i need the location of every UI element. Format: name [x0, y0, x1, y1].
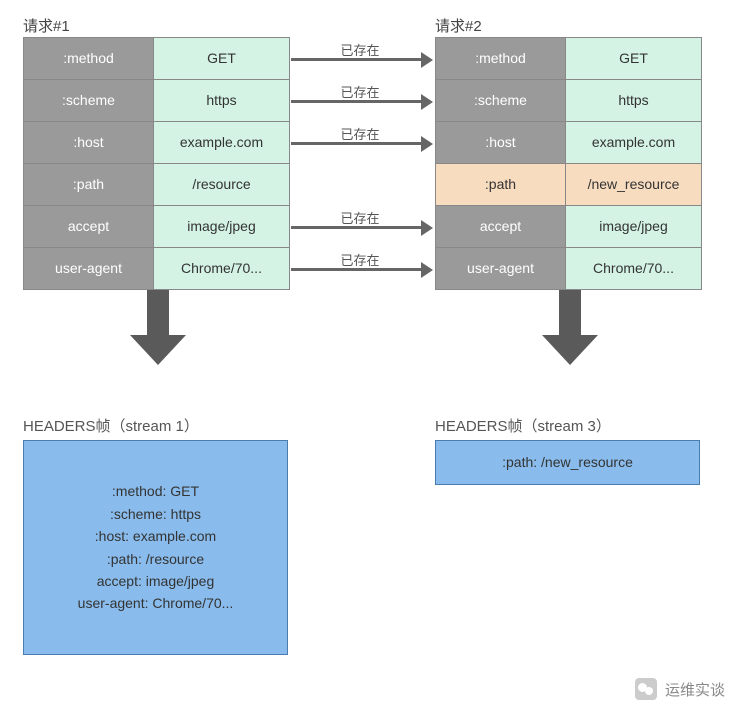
request1-title: 请求#1 — [23, 15, 70, 36]
header-key: :host — [436, 122, 566, 163]
header-key: user-agent — [436, 248, 566, 289]
header-key: :method — [24, 38, 154, 79]
arrow-right-icon — [291, 268, 421, 271]
table-row: :method GET — [24, 38, 289, 80]
table-row: :path /new_resource — [436, 164, 701, 206]
header-key: :path — [24, 164, 154, 205]
header-value: Chrome/70... — [154, 248, 289, 289]
exists-label: 已存在 — [310, 208, 410, 227]
arrow-right-icon — [421, 52, 433, 68]
header-value: https — [154, 80, 289, 121]
exists-label: 已存在 — [310, 124, 410, 143]
table-row: :host example.com — [24, 122, 289, 164]
header-key: user-agent — [24, 248, 154, 289]
table-row: user-agent Chrome/70... — [436, 248, 701, 289]
header-value: https — [566, 80, 701, 121]
frame2-line: :path: /new_resource — [502, 451, 633, 473]
frame1-box: :method: GET :scheme: https :host: examp… — [23, 440, 288, 655]
request1-table: :method GET :scheme https :host example.… — [23, 37, 290, 290]
header-key: accept — [24, 206, 154, 247]
frame2-title: HEADERS帧（stream 3） — [435, 415, 611, 436]
request2-title: 请求#2 — [435, 15, 482, 36]
table-row: :path /resource — [24, 164, 289, 206]
exists-label: 已存在 — [310, 250, 410, 269]
arrow-right-icon — [291, 226, 421, 229]
watermark-text: 运维实谈 — [665, 679, 725, 700]
arrow-right-icon — [421, 220, 433, 236]
header-value: GET — [154, 38, 289, 79]
header-key: :path — [436, 164, 566, 205]
watermark: 运维实谈 — [635, 678, 725, 700]
header-key: :method — [436, 38, 566, 79]
header-value: example.com — [154, 122, 289, 163]
arrow-right-icon — [421, 94, 433, 110]
header-key: accept — [436, 206, 566, 247]
table-row: user-agent Chrome/70... — [24, 248, 289, 289]
frame1-title: HEADERS帧（stream 1） — [23, 415, 199, 436]
arrow-right-icon — [291, 142, 421, 145]
header-value: example.com — [566, 122, 701, 163]
exists-label: 已存在 — [310, 40, 410, 59]
arrow-down-icon — [130, 290, 186, 365]
table-row: accept image/jpeg — [24, 206, 289, 248]
arrow-down-icon — [542, 290, 598, 365]
header-key: :host — [24, 122, 154, 163]
frame2-box: :path: /new_resource — [435, 440, 700, 485]
frame1-line: :path: /resource — [107, 548, 204, 570]
header-value: image/jpeg — [566, 206, 701, 247]
header-value: image/jpeg — [154, 206, 289, 247]
table-row: :host example.com — [436, 122, 701, 164]
frame1-line: :scheme: https — [110, 503, 201, 525]
arrow-right-icon — [291, 100, 421, 103]
table-row: :method GET — [436, 38, 701, 80]
frame1-line: user-agent: Chrome/70... — [78, 592, 234, 614]
header-key: :scheme — [436, 80, 566, 121]
frame1-line: :host: example.com — [95, 525, 216, 547]
table-row: :scheme https — [24, 80, 289, 122]
header-value: GET — [566, 38, 701, 79]
header-value: /new_resource — [566, 164, 701, 205]
frame1-line: :method: GET — [112, 480, 199, 502]
header-value: /resource — [154, 164, 289, 205]
table-row: accept image/jpeg — [436, 206, 701, 248]
exists-label: 已存在 — [310, 82, 410, 101]
header-value: Chrome/70... — [566, 248, 701, 289]
arrow-right-icon — [421, 262, 433, 278]
arrow-right-icon — [291, 58, 421, 61]
request2-table: :method GET :scheme https :host example.… — [435, 37, 702, 290]
frame1-line: accept: image/jpeg — [97, 570, 215, 592]
wechat-icon — [635, 678, 657, 700]
table-row: :scheme https — [436, 80, 701, 122]
header-key: :scheme — [24, 80, 154, 121]
arrow-right-icon — [421, 136, 433, 152]
